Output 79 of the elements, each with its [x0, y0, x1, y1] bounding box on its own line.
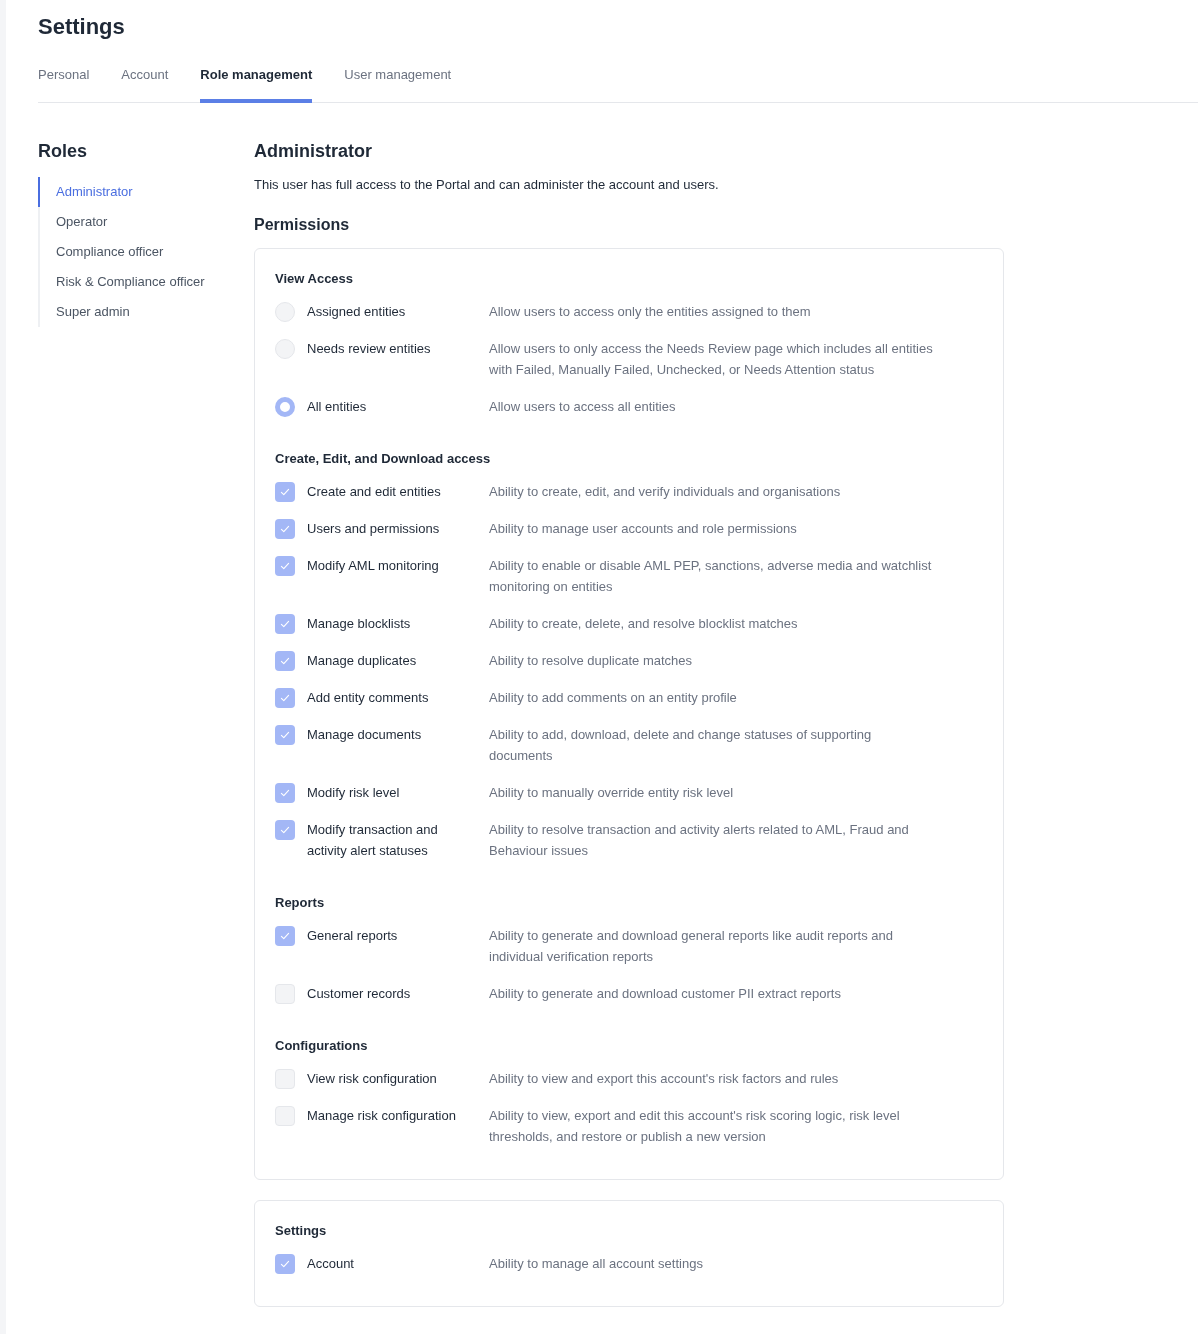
permission-label: Account [307, 1255, 355, 1273]
check-icon [279, 655, 291, 667]
section-title: Configurations [275, 1037, 369, 1055]
permission-description: Ability to add, download, delete and change statuses of supporting documents [489, 726, 873, 765]
checkbox[interactable] [275, 984, 295, 1004]
section-title: Settings [275, 1222, 328, 1240]
check-icon [279, 618, 291, 630]
permission-label: Manage risk configuration [307, 1107, 457, 1125]
permission-label: Add entity comments [307, 689, 430, 707]
permission-description: Ability to resolve transaction and activity alerts related to AML, Fraud and Behaviour issues [489, 821, 910, 860]
permission-description: Ability to generate and download customer PII extract reports [489, 985, 842, 1003]
section-title: Create, Edit, and Download access [275, 450, 492, 468]
checkbox[interactable] [275, 725, 295, 745]
checkbox[interactable] [275, 1069, 295, 1089]
check-icon [279, 930, 291, 942]
sidebar-item[interactable]: Operator [38, 207, 254, 237]
permission-label: View risk configuration [307, 1070, 438, 1088]
checkbox[interactable] [275, 482, 295, 502]
permission-description: Ability to create, delete, and resolve blocklist matches [489, 615, 799, 633]
permission-description: Ability to manually override entity risk level [489, 784, 735, 802]
checkbox[interactable] [275, 651, 295, 671]
checkbox[interactable] [275, 1106, 295, 1126]
permission-description: Ability to enable or disable AML PEP, sanctions, adverse media and watchlist monitoring on entities [489, 557, 933, 596]
permissions-title: Permissions [254, 215, 351, 235]
permission-description: Allow users to only access the Needs Review page which includes all entities with Failed, Manually Failed, Unchecked, or Needs Attention status [489, 340, 934, 379]
permission-label: Modify AML monitoring [307, 557, 440, 575]
role-title: Administrator [254, 140, 373, 163]
permission-label: Modify risk level [307, 784, 401, 802]
permission-label: Needs review entities [307, 340, 432, 358]
role-description: This user has full access to the Portal and can administer the account and users. [254, 176, 720, 194]
permission-description: Ability to view, export and edit this account's risk scoring logic, risk level thresholds, and restore or publish a new version [489, 1107, 901, 1146]
sidebar-item[interactable]: Compliance officer [38, 237, 254, 267]
check-icon [279, 692, 291, 704]
checkbox[interactable] [275, 1254, 295, 1274]
radio-button[interactable] [275, 397, 295, 417]
checkbox[interactable] [275, 556, 295, 576]
section-title: Reports [275, 894, 326, 912]
sidebar-item[interactable]: Super admin [38, 297, 254, 327]
permission-description: Ability to create, edit, and verify individuals and organisations [489, 483, 842, 501]
checkbox[interactable] [275, 783, 295, 803]
sidebar-item[interactable]: Administrator [38, 177, 254, 207]
permission-label: Users and permissions [307, 520, 441, 538]
permission-label: Manage documents [307, 726, 423, 744]
checkbox[interactable] [275, 519, 295, 539]
checkbox[interactable] [275, 820, 295, 840]
check-icon [279, 560, 291, 572]
permission-label: All entities [307, 398, 368, 416]
check-icon [279, 523, 291, 535]
page-title: Settings [38, 13, 126, 41]
permission-label: Manage duplicates [307, 652, 418, 670]
tab[interactable]: Role management [200, 65, 313, 103]
permission-description: Ability to manage user accounts and role permissions [489, 520, 798, 538]
permission-description: Ability to generate and download general reports like audit reports and individual verification reports [489, 927, 894, 966]
permission-label: Customer records [307, 985, 412, 1003]
permission-description: Ability to manage all account settings [489, 1255, 704, 1273]
permission-label: Create and edit entities [307, 483, 442, 501]
permission-label: Manage blocklists [307, 615, 412, 633]
tab[interactable]: Personal [38, 65, 90, 103]
permission-description: Allow users to access all entities [489, 398, 677, 416]
check-icon [279, 486, 291, 498]
sidebar-title: Roles [38, 140, 89, 163]
check-icon [279, 824, 291, 836]
section-title: View Access [275, 270, 355, 288]
tab[interactable]: User management [344, 65, 452, 103]
check-icon [279, 729, 291, 741]
checkbox[interactable] [275, 614, 295, 634]
permission-description: Allow users to access only the entities assigned to them [489, 303, 812, 321]
sidebar-item[interactable]: Risk & Compliance officer [38, 267, 254, 297]
check-icon [279, 787, 291, 799]
permission-description: Ability to resolve duplicate matches [489, 652, 694, 670]
permission-description: Ability to add comments on an entity profile [489, 689, 738, 707]
tab[interactable]: Account [121, 65, 169, 103]
checkbox[interactable] [275, 688, 295, 708]
check-icon [279, 1258, 291, 1270]
permission-label: Modify transaction and activity alert statuses [307, 821, 439, 860]
permission-description: Ability to view and export this account's risk factors and rules [489, 1070, 840, 1088]
permission-label: General reports [307, 927, 399, 945]
checkbox[interactable] [275, 926, 295, 946]
permission-label: Assigned entities [307, 303, 407, 321]
